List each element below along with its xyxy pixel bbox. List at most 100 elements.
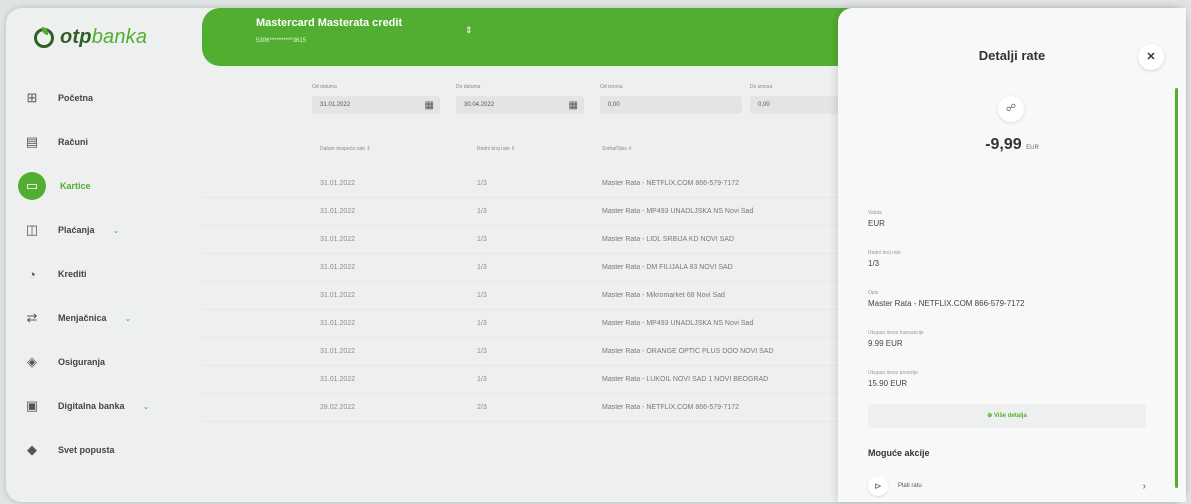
detail-field-value: 9.99 EUR <box>868 339 903 348</box>
table-row[interactable]: 31.01.2022 1/3 Master Rata - MP493 UNADLJS… <box>202 310 852 338</box>
installment-cell: 1/3 <box>477 292 487 299</box>
table-row[interactable]: 31.01.2022 1/3 Master Rata - Mikromarket 6… <box>202 282 852 310</box>
sidebar-item-label: Digitalna banka <box>58 401 125 411</box>
description-cell: Master Rata - NETFLIX.COM 866-579-7172 <box>602 180 739 187</box>
filter-from-amount: Od iznosa 0,00 <box>600 84 742 114</box>
sidebar-item-4[interactable]: ◔ Krediti <box>16 252 196 296</box>
detail-field-label: Ukupan iznos provizije <box>868 370 919 376</box>
table-row[interactable]: 31.01.2022 1/3 Master Rata - DM FILIJALA 8… <box>202 254 852 282</box>
card-switch-icon[interactable]: ⇕ <box>465 25 473 36</box>
column-header-installment[interactable]: Redni broj rate ⇕ <box>477 146 515 152</box>
due-date-cell: 31.01.2022 <box>320 236 356 243</box>
detail-field-value: 15.90 EUR <box>868 379 908 388</box>
due-date-cell: 31.01.2022 <box>320 264 356 271</box>
due-date-cell: 31.01.2022 <box>320 320 356 327</box>
due-date-cell: 28.02.2022 <box>320 404 356 411</box>
description-cell: Master Rata - MP493 UNADLJSKA NS Novi Sa… <box>602 208 754 215</box>
pay-installment-action[interactable]: ⊳ Plati ratu › <box>868 474 1146 498</box>
chevron-down-icon[interactable]: ⌄ <box>113 226 120 235</box>
to-amount-input[interactable]: 0,00 <box>750 96 850 114</box>
from-date-input[interactable]: 31.01.2022 ▦ <box>312 96 440 114</box>
actions-title: Moguće akcije <box>868 448 930 458</box>
column-header-due-date[interactable]: Datum dospeća rate ⇕ <box>320 146 371 152</box>
installment-icon: ☍ <box>998 96 1024 122</box>
installment-cell: 1/3 <box>477 236 487 243</box>
calendar-icon[interactable]: ▦ <box>569 100 578 111</box>
sidebar-item-5[interactable]: ⇄ Menjačnica ⌄ <box>16 296 196 340</box>
pay-installment-label: Plati ratu <box>898 483 922 489</box>
from-amount-label: Od iznosa <box>600 84 623 90</box>
detail-field-label: Opis <box>868 290 879 296</box>
amount-currency: EUR <box>1026 145 1039 151</box>
panel-scrollbar[interactable] <box>1175 88 1178 488</box>
sidebar-item-label: Osiguranja <box>58 357 106 367</box>
from-date-value: 31.01.2022 <box>320 102 351 108</box>
sidebar-item-label: Menjačnica <box>58 313 107 323</box>
to-date-input[interactable]: 30.04.2022 ▦ <box>456 96 584 114</box>
table-row[interactable]: 31.01.2022 1/3 Master Rata - NETFLIX.COM 8… <box>202 170 852 198</box>
column-header-description[interactable]: Svrha/Opis ⇕ <box>602 146 632 152</box>
detail-field-value: 1/3 <box>868 259 880 268</box>
filter-from-date: Od datuma 31.01.2022 ▦ <box>312 84 440 114</box>
from-amount-value: 0,00 <box>608 102 620 108</box>
accounts-icon: ▤ <box>25 134 39 149</box>
detail-field: Opis Master Rata - NETFLIX.COM 866-579-71… <box>868 290 1025 308</box>
chevron-down-icon[interactable]: ⌄ <box>143 402 150 411</box>
detail-field-label: Ukupan iznos transakcije <box>868 330 924 336</box>
description-cell: Master Rata - Mikromarket 68 Novi Sad <box>602 292 725 299</box>
sidebar-item-label: Računi <box>58 137 89 147</box>
sidebar-item-label: Krediti <box>58 269 87 279</box>
logo-brand-light: banka <box>91 26 148 48</box>
close-button[interactable]: ✕ <box>1138 44 1164 70</box>
detail-field: Ukupan iznos transakcije 9.99 EUR <box>868 330 924 348</box>
monitor-icon: ▣ <box>25 398 39 413</box>
sidebar-item-2[interactable]: ▭ Kartice <box>16 164 196 208</box>
description-cell: Master Rata - DM FILIJALA 83 NOVI SAD <box>602 264 733 271</box>
installment-cell: 1/3 <box>477 180 487 187</box>
tag-icon: ◆ <box>27 442 37 457</box>
calendar-icon[interactable]: ▦ <box>425 100 434 111</box>
table-row[interactable]: 31.01.2022 1/3 Master Rata - MP493 UNADLJS… <box>202 198 852 226</box>
installments-table: 31.01.2022 1/3 Master Rata - NETFLIX.COM 8… <box>202 170 852 422</box>
sidebar-item-label: Plaćanja <box>58 225 95 235</box>
table-row[interactable]: 31.01.2022 1/3 Master Rata - LIDL SRBIJA K… <box>202 226 852 254</box>
sidebar-item-label: Kartice <box>60 181 91 191</box>
sidebar-item-1[interactable]: ▤ Računi <box>16 120 196 164</box>
filter-to-date: Do datuma 30.04.2022 ▦ <box>456 84 584 114</box>
from-amount-input[interactable]: 0,00 <box>600 96 742 114</box>
installment-cell: 1/3 <box>477 376 487 383</box>
sidebar-item-label: Svet popusta <box>58 445 115 455</box>
sidebar-item-label: Početna <box>58 93 94 103</box>
due-date-cell: 31.01.2022 <box>320 292 356 299</box>
more-details-button[interactable]: ⊕ Više detalja <box>868 404 1146 428</box>
chevron-right-icon: › <box>1142 480 1146 492</box>
detail-field: Redni broj rate 1/3 <box>868 250 901 268</box>
otp-logo[interactable]: otpbanka <box>34 26 147 49</box>
chevron-down-icon[interactable]: ⌄ <box>125 314 132 323</box>
sidebar-item-3[interactable]: ◫ Plaćanja ⌄ <box>16 208 196 252</box>
due-date-cell: 31.01.2022 <box>320 376 356 383</box>
description-cell: Master Rata - NETFLIX.COM 866-579-7172 <box>602 404 739 411</box>
installment-cell: 2/3 <box>477 404 487 411</box>
sidebar: otpbanka ⊞ Početna ▤ Računi ▭ Kartice ◫ Plaćanj… <box>6 8 202 502</box>
installment-cell: 1/3 <box>477 320 487 327</box>
table-row[interactable]: 28.02.2022 2/3 Master Rata - NETFLIX.COM 8… <box>202 394 852 422</box>
detail-field-label: Valuta <box>868 210 882 216</box>
loan-icon: ◔ <box>28 266 36 282</box>
sidebar-nav: ⊞ Početna ▤ Računi ▭ Kartice ◫ Plaćanja ⌄ ◔ Kredit… <box>16 76 196 472</box>
installment-cell: 1/3 <box>477 348 487 355</box>
sidebar-item-6[interactable]: ◈ Osiguranja <box>16 340 196 384</box>
due-date-cell: 31.01.2022 <box>320 348 356 355</box>
table-row[interactable]: 31.01.2022 1/3 Master Rata - ORANGE OPTIC … <box>202 338 852 366</box>
sidebar-item-0[interactable]: ⊞ Početna <box>16 76 196 120</box>
otp-logo-icon <box>34 26 54 48</box>
detail-field-label: Redni broj rate <box>868 250 901 256</box>
table-row[interactable]: 31.01.2022 1/3 Master Rata - LUKOIL NOVI S… <box>202 366 852 394</box>
exchange-icon: ⇄ <box>26 310 38 325</box>
card-number: 5306**********3615 <box>256 38 307 44</box>
installment-cell: 1/3 <box>477 208 487 215</box>
description-cell: Master Rata - MP493 UNADLJSKA NS Novi Sa… <box>602 320 754 327</box>
sidebar-item-8[interactable]: ◆ Svet popusta <box>16 428 196 472</box>
card-name[interactable]: Mastercard Masterata credit <box>256 17 402 29</box>
sidebar-item-7[interactable]: ▣ Digitalna banka ⌄ <box>16 384 196 428</box>
